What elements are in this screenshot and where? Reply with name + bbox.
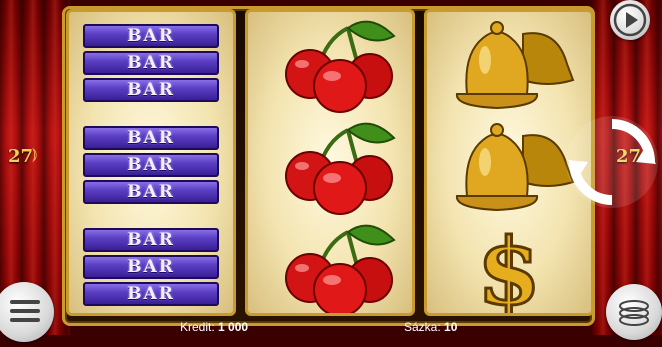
play-button[interactable] <box>610 0 650 40</box>
cherry-icon <box>248 218 412 313</box>
status-bar: Kredit: 1 000 Sázka: 10 <box>0 320 662 335</box>
bar-label: BAR <box>83 255 219 279</box>
bar-label: BAR <box>83 282 219 306</box>
bell-icon <box>427 14 591 114</box>
svg-text:$: $ <box>477 218 541 316</box>
line-marker-icon: ⦆ <box>32 146 38 163</box>
cherry-icon <box>248 14 412 114</box>
bar-label: BAR <box>83 24 219 48</box>
dollar-icon: $ <box>427 217 591 316</box>
bar-label: BAR <box>83 78 219 102</box>
reel-1-symbol-bar-triple: BAR BAR BAR <box>69 14 233 114</box>
cherry-icon <box>248 116 412 216</box>
reel-2 <box>245 9 415 316</box>
bet-value: 10 <box>444 320 458 334</box>
bet-label: Sázka: <box>404 320 441 334</box>
credit-display: Kredit: 1 000 <box>180 320 248 335</box>
bar-label: BAR <box>83 51 219 75</box>
lines-count-left: 27 <box>8 146 34 167</box>
spin-button[interactable] <box>566 116 658 208</box>
credit-label: Kredit: <box>180 320 215 334</box>
bar-label: BAR <box>83 228 219 252</box>
reel-1: BAR BAR BAR BAR BAR BAR BAR BAR BAR <box>66 9 236 316</box>
credit-value: 1 000 <box>218 320 249 334</box>
bar-label: BAR <box>83 153 219 177</box>
reel-1-symbol-bar-triple: BAR BAR BAR <box>69 116 233 216</box>
spin-icon <box>568 119 656 205</box>
play-icon <box>613 3 647 37</box>
bar-label: BAR <box>83 126 219 150</box>
reel-1-symbol-bar-triple: BAR BAR BAR <box>69 218 233 313</box>
bet-display: Sázka: 10 <box>404 320 457 335</box>
bar-label: BAR <box>83 180 219 204</box>
